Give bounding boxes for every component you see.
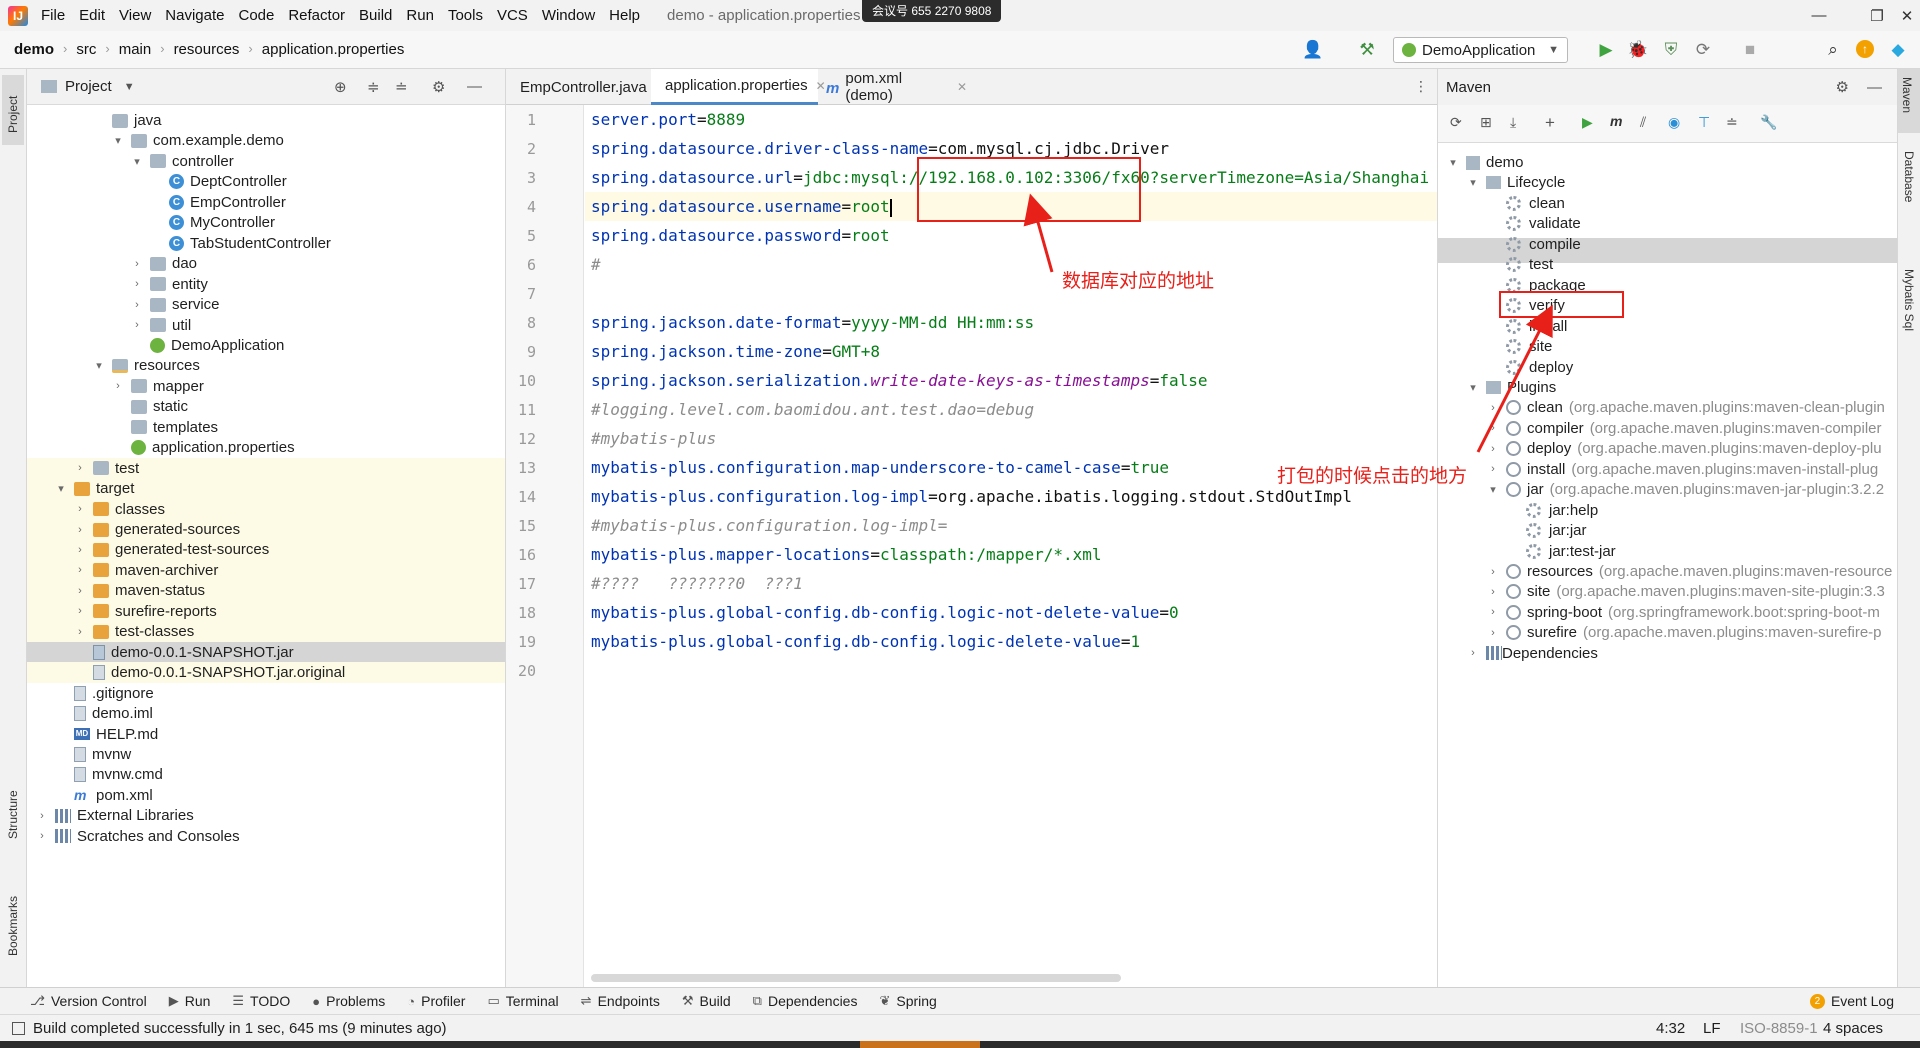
annotation-arrows: [1023, 193, 1553, 453]
package-annotation: 打包的时候点击的地方: [1277, 465, 1468, 487]
db-address-arrow: [1023, 193, 1054, 273]
package-arrow: [1476, 304, 1553, 453]
db-address-annotation: 数据库对应的地址: [1062, 270, 1215, 292]
